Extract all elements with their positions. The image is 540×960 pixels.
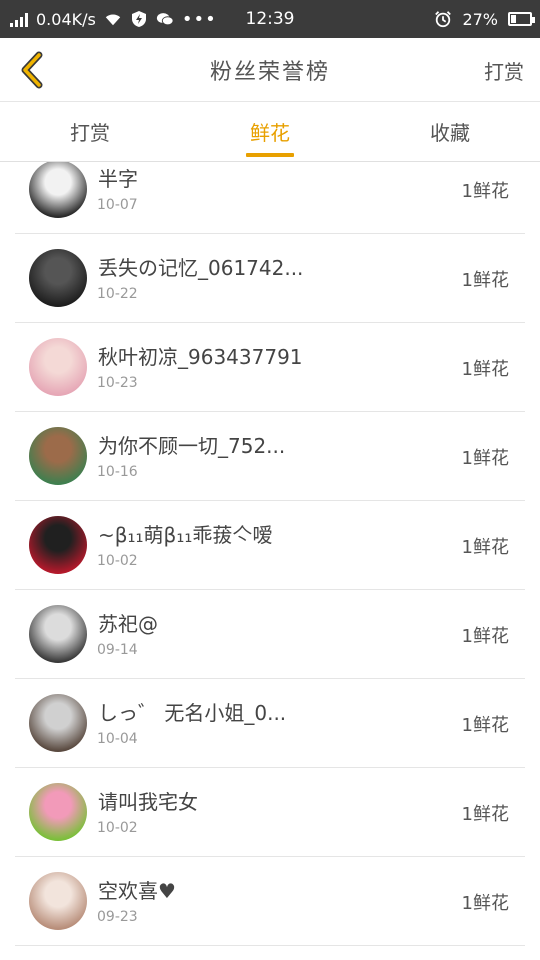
tab-label: 鲜花 [250, 121, 290, 145]
page-title: 粉丝荣誉榜 [209, 60, 330, 85]
avatar[interactable] [29, 249, 87, 307]
reward-button[interactable]: 打赏 [484, 38, 524, 102]
avatar[interactable] [29, 694, 87, 752]
fan-name: しっ゛ 无名小姐_0... [98, 701, 287, 725]
gift-amount: 1鲜花 [461, 714, 509, 736]
fan-date: 10-22 [97, 286, 138, 302]
fan-date: 09-23 [97, 909, 138, 925]
avatar[interactable] [29, 516, 87, 574]
tab-reward[interactable]: 打赏 [0, 102, 180, 161]
list-item[interactable]: 为你不顾一切_752... 10-16 1鲜花 [15, 412, 525, 501]
fan-list[interactable]: 半字 10-07 1鲜花 丢失の记忆_061742... 10-22 1鲜花 秋… [0, 162, 540, 960]
status-bar: 0.04K/s ••• 12:39 27% [0, 0, 540, 38]
avatar[interactable] [29, 783, 87, 841]
gift-amount: 1鲜花 [461, 625, 509, 647]
fan-name: 请叫我宅女 [98, 790, 198, 814]
avatar[interactable] [29, 338, 87, 396]
gift-amount: 1鲜花 [461, 358, 509, 380]
list-item[interactable]: しっ゛ 无名小姐_0... 10-04 1鲜花 [15, 679, 525, 768]
active-tab-indicator [246, 153, 294, 157]
gift-amount: 1鲜花 [461, 536, 509, 558]
list-item[interactable]: 苏祀@ 09-14 1鲜花 [15, 590, 525, 679]
fan-date: 10-23 [97, 375, 138, 391]
fan-date: 10-02 [97, 553, 138, 569]
list-item[interactable]: 空欢喜♥ 09-23 1鲜花 [15, 857, 525, 946]
header: 粉丝荣誉榜 打赏 [0, 38, 540, 102]
list-item[interactable]: 丢失の记忆_061742... 10-22 1鲜花 [15, 234, 525, 323]
fan-date: 09-14 [97, 642, 138, 658]
gift-amount: 1鲜花 [461, 269, 509, 291]
tab-bar: 打赏 鲜花 收藏 [0, 102, 540, 162]
fan-date: 10-16 [97, 464, 138, 480]
gift-amount: 1鲜花 [461, 180, 509, 202]
avatar[interactable] [29, 605, 87, 663]
battery-icon [508, 12, 535, 26]
fan-date: 10-04 [97, 731, 138, 747]
list-item[interactable]: 秋叶初凉_963437791 10-23 1鲜花 [15, 323, 525, 412]
gift-amount: 1鲜花 [461, 892, 509, 914]
gift-amount: 1鲜花 [461, 803, 509, 825]
fan-name: 半字 [98, 167, 138, 191]
fan-name: 丢失の记忆_061742... [98, 256, 304, 280]
list-item[interactable]: 半字 10-07 1鲜花 [15, 162, 525, 234]
battery-percent: 27% [462, 9, 498, 29]
fan-name: 空欢喜♥ [98, 879, 176, 903]
alarm-icon [434, 10, 452, 28]
list-item[interactable]: ~β₁₁萌β₁₁乖菝亽嗳 10-02 1鲜花 [15, 501, 525, 590]
fan-name: 为你不顾一切_752... [98, 434, 286, 458]
fan-date: 10-07 [97, 197, 138, 213]
fan-name: 苏祀@ [98, 612, 158, 636]
fan-name: 秋叶初凉_963437791 [98, 345, 303, 369]
tab-flowers[interactable]: 鲜花 [180, 102, 360, 161]
fan-date: 10-02 [97, 820, 138, 836]
tab-favorites[interactable]: 收藏 [360, 102, 540, 161]
battery-level [511, 15, 517, 23]
list-item[interactable]: 请叫我宅女 10-02 1鲜花 [15, 768, 525, 857]
avatar[interactable] [29, 162, 87, 218]
tab-label: 打赏 [70, 121, 110, 145]
status-right: 27% [434, 0, 535, 38]
avatar[interactable] [29, 427, 87, 485]
gift-amount: 1鲜花 [461, 447, 509, 469]
fan-name: ~β₁₁萌β₁₁乖菝亽嗳 [98, 523, 273, 547]
avatar[interactable] [29, 872, 87, 930]
fan-list-content: 半字 10-07 1鲜花 丢失の记忆_061742... 10-22 1鲜花 秋… [0, 162, 540, 946]
tab-label: 收藏 [430, 121, 470, 145]
